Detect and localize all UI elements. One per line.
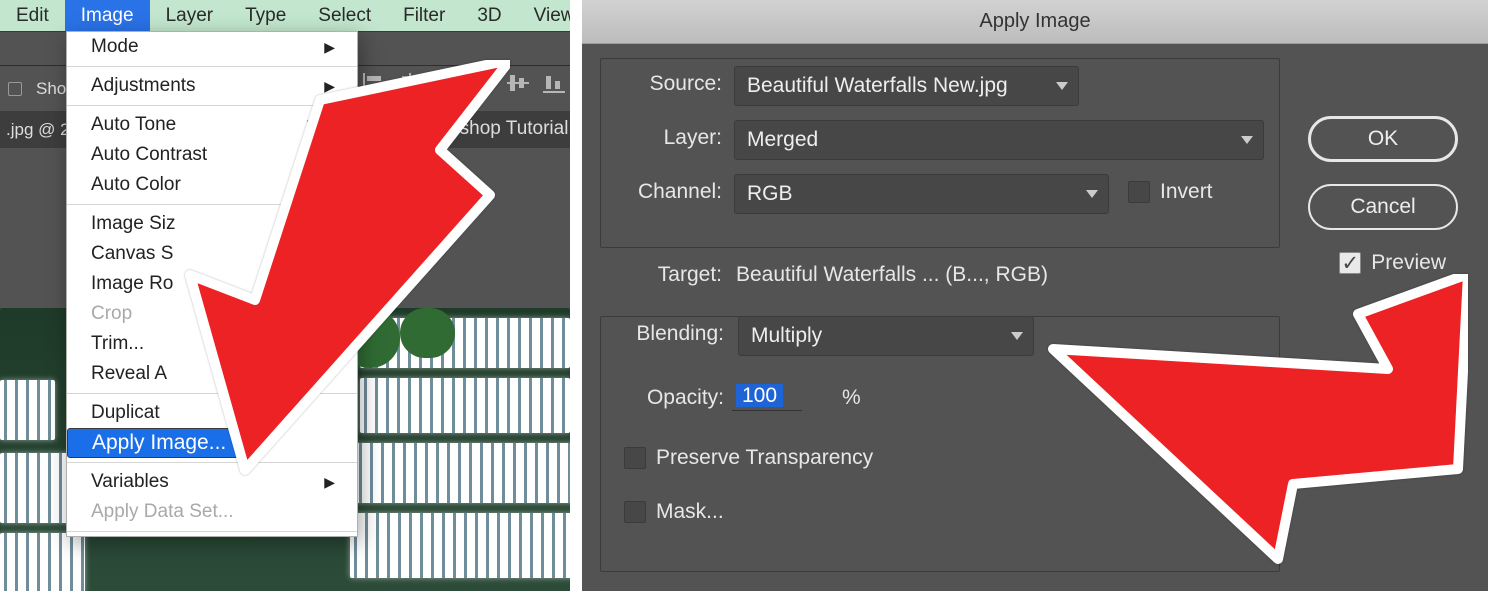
- layer-select[interactable]: Merged: [734, 120, 1264, 160]
- menu-filter[interactable]: Filter: [387, 0, 461, 31]
- apply-image-dialog: Apply Image Source: Beautiful Waterfalls…: [582, 0, 1488, 591]
- preview-checkbox[interactable]: ✓ Preview: [1339, 251, 1446, 275]
- preserve-label: Preserve Transparency: [656, 446, 873, 470]
- target-value: Beautiful Waterfalls ... (B..., RGB): [736, 263, 1048, 287]
- options-show-label: Sho: [36, 79, 66, 99]
- align-bottom-icon[interactable]: [540, 69, 568, 97]
- layer-label: Layer:: [642, 126, 722, 150]
- source-value: Beautiful Waterfalls New.jpg: [747, 74, 1008, 98]
- source-label: Source:: [622, 72, 722, 96]
- target-label: Target:: [640, 263, 722, 287]
- dialog-body: Source: Beautiful Waterfalls New.jpg Lay…: [582, 44, 1488, 591]
- dialog-title: Apply Image: [979, 10, 1090, 33]
- checkbox-show[interactable]: [8, 82, 22, 96]
- mask-checkbox[interactable]: Mask...: [624, 500, 724, 524]
- menu-view[interactable]: View: [518, 0, 582, 31]
- menu-mode[interactable]: Mode▶: [67, 32, 357, 62]
- submenu-arrow-icon: ▶: [324, 39, 335, 56]
- mac-menubar: Edit Image Layer Type Select Filter 3D V…: [0, 0, 570, 31]
- mask-label: Mask...: [656, 500, 724, 524]
- layer-value: Merged: [747, 128, 818, 152]
- menu-select[interactable]: Select: [302, 0, 387, 31]
- chevron-down-icon: [1086, 190, 1098, 198]
- chevron-down-icon: [1056, 82, 1068, 90]
- opacity-value: 100: [736, 384, 783, 407]
- menu-type[interactable]: Type: [229, 0, 302, 31]
- chevron-down-icon: [1241, 136, 1253, 144]
- invert-checkbox[interactable]: Invert: [1128, 180, 1213, 204]
- percent-label: %: [842, 386, 861, 410]
- menu-3d[interactable]: 3D: [461, 0, 517, 31]
- menu-edit[interactable]: Edit: [0, 0, 65, 31]
- menu-image[interactable]: Image: [65, 0, 150, 31]
- invert-label: Invert: [1160, 180, 1213, 204]
- channel-value: RGB: [747, 182, 793, 206]
- red-arrow-annotation: [1038, 274, 1468, 584]
- menu-layer[interactable]: Layer: [150, 0, 230, 31]
- ok-button[interactable]: OK: [1308, 116, 1458, 162]
- channel-label: Channel:: [620, 180, 722, 204]
- blending-select[interactable]: Multiply: [738, 316, 1034, 356]
- preview-label: Preview: [1371, 251, 1446, 275]
- chevron-down-icon: [1011, 332, 1023, 340]
- source-select[interactable]: Beautiful Waterfalls New.jpg: [734, 66, 1079, 106]
- opacity-label: Opacity:: [620, 386, 724, 410]
- blending-value: Multiply: [751, 324, 822, 348]
- cancel-button[interactable]: Cancel: [1308, 184, 1458, 230]
- photoshop-window: Edit Image Layer Type Select Filter 3D V…: [0, 0, 582, 591]
- channel-select[interactable]: RGB: [734, 174, 1109, 214]
- preserve-transparency-checkbox[interactable]: Preserve Transparency: [624, 446, 873, 470]
- menu-apply-data-set: Apply Data Set...: [67, 497, 357, 527]
- opacity-input[interactable]: 100: [732, 382, 802, 411]
- check-icon: ✓: [1339, 252, 1361, 274]
- document-tab-label: .jpg @ 2: [6, 120, 70, 140]
- red-arrow-annotation: [150, 60, 510, 480]
- dialog-titlebar: Apply Image: [582, 0, 1488, 44]
- blending-label: Blending:: [616, 322, 724, 346]
